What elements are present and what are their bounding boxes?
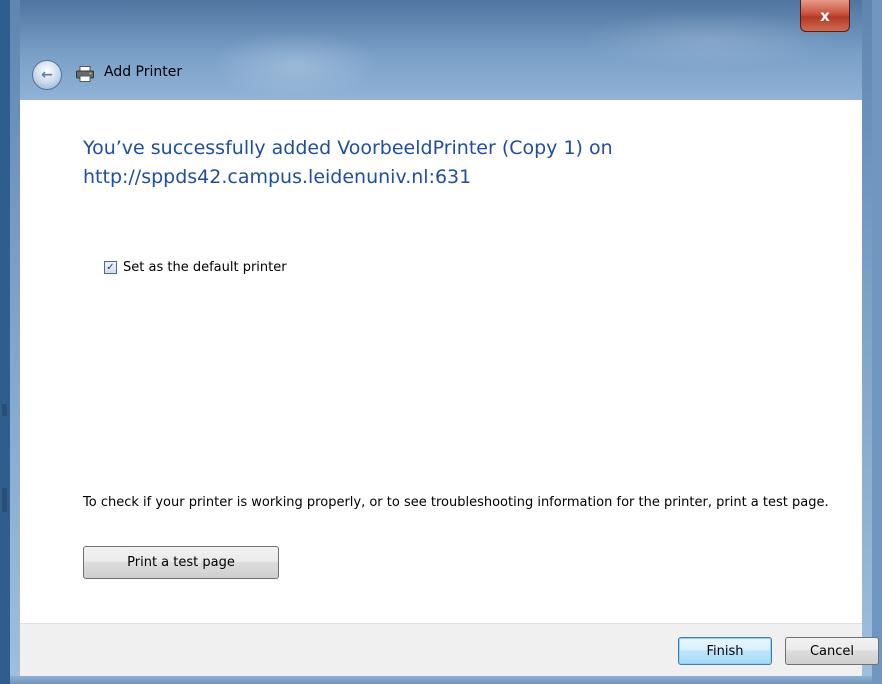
success-headline: You’ve successfully added VoorbeeldPrint… (83, 134, 783, 192)
default-printer-option[interactable]: ✓ Set as the default printer (104, 260, 287, 275)
wizard-content: You’ve successfully added VoorbeeldPrint… (20, 100, 862, 623)
window-edge-highlight (2, 404, 7, 416)
default-printer-checkbox[interactable]: ✓ (104, 261, 117, 274)
back-button[interactable]: ← (32, 60, 62, 90)
cancel-button[interactable]: Cancel (785, 637, 879, 665)
window-title: Add Printer (104, 64, 183, 80)
finish-button[interactable]: Finish (678, 637, 772, 665)
window-bottom-border (10, 676, 872, 684)
default-printer-label[interactable]: Set as the default printer (123, 260, 287, 275)
title-bar: x (20, 0, 862, 100)
test-page-info: To check if your printer is working prop… (83, 495, 829, 510)
back-arrow-icon: ← (41, 67, 53, 83)
add-printer-window: x ← Add Printer You’ve successfully adde… (0, 0, 882, 684)
close-icon: x (820, 6, 830, 25)
wizard-footer: Finish Cancel (20, 623, 879, 677)
printer-icon (76, 66, 94, 82)
close-button[interactable]: x (800, 0, 850, 32)
success-headline-line1: You’ve successfully added VoorbeeldPrint… (83, 137, 613, 159)
checkmark-icon: ✓ (106, 261, 115, 273)
title-bar-glow (210, 30, 380, 100)
print-test-page-button[interactable]: Print a test page (83, 546, 279, 579)
window-edge-highlight (2, 488, 7, 512)
success-headline-line2: http://sppds42.campus.leidenuniv.nl:631 (83, 166, 472, 188)
